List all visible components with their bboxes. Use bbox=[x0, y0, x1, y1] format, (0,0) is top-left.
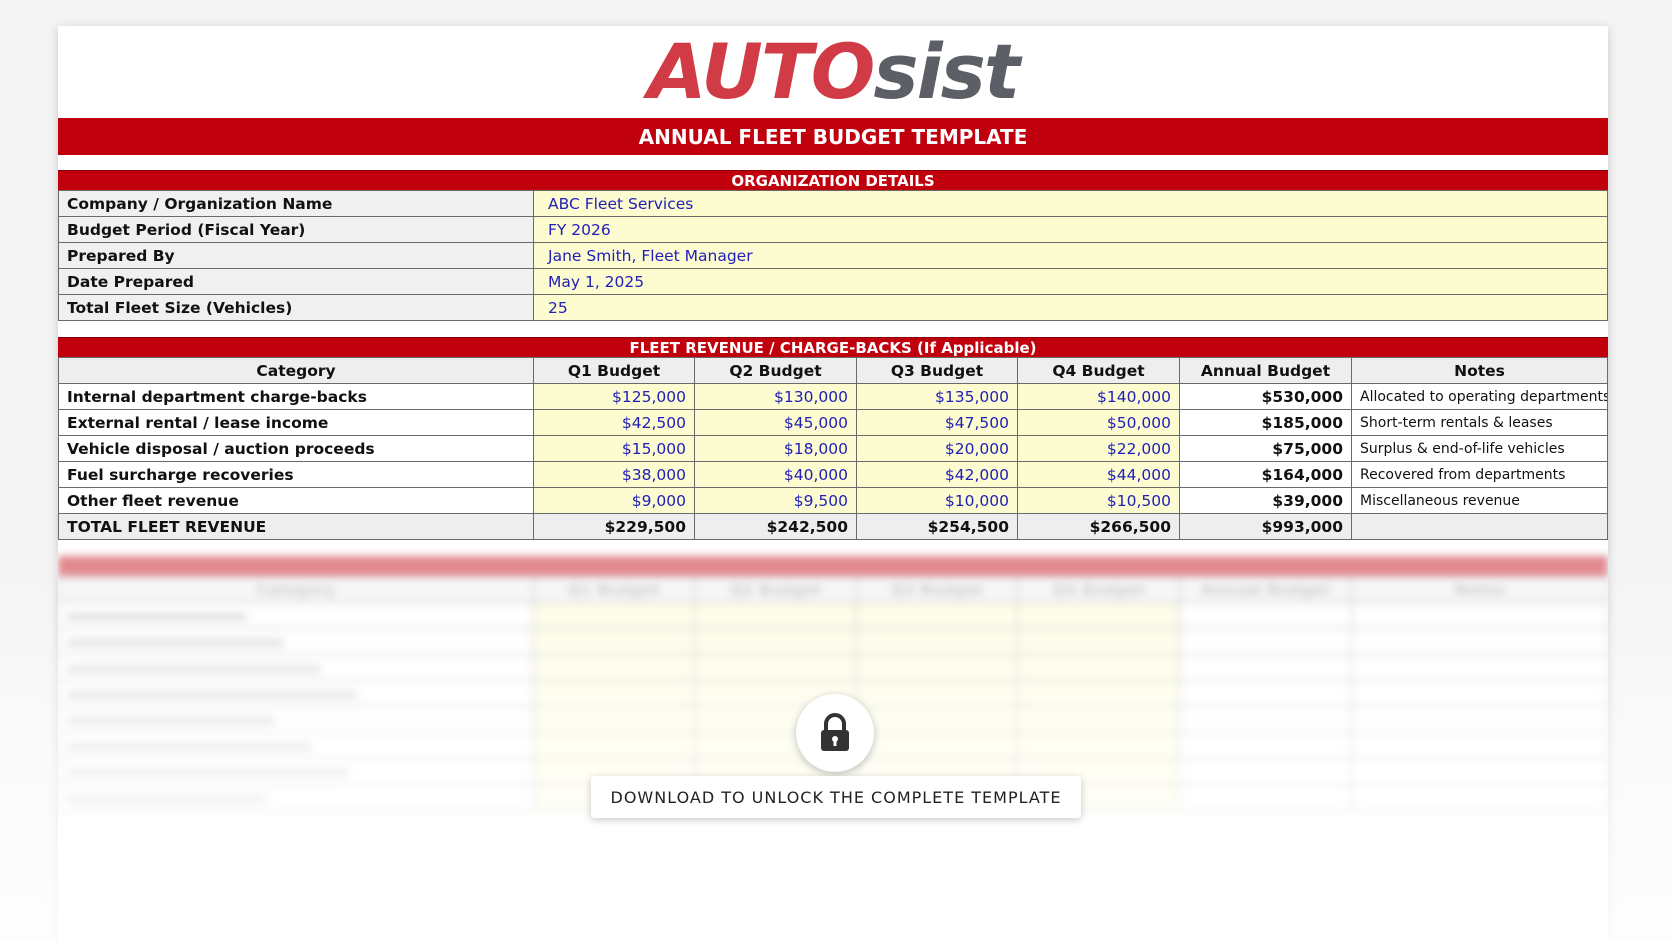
column-header: Q2 Budget bbox=[694, 357, 857, 384]
locked-preview-section: Category Q1 Budget Q2 Budget Q3 Budget Q4 Bu… bbox=[58, 556, 1608, 811]
locked-column-header: Q3 Budget bbox=[856, 576, 1018, 603]
column-header: Q4 Budget bbox=[1017, 357, 1180, 384]
annual-cell: $530,000 bbox=[1179, 383, 1352, 410]
table-row: Other fleet revenue $9,000 $9,500 $10,000 $1… bbox=[58, 487, 1608, 514]
org-detail-row: Date Prepared May 1, 2025 bbox=[58, 268, 1608, 295]
lock-icon bbox=[821, 713, 849, 751]
total-row: TOTAL FLEET REVENUE $229,500 $242,500 $254,… bbox=[58, 513, 1608, 540]
locked-column-header: Q2 Budget bbox=[694, 576, 857, 603]
org-detail-label: Budget Period (Fiscal Year) bbox=[58, 216, 534, 243]
table-row: Internal department charge-backs $125,000… bbox=[58, 383, 1608, 410]
fleet-revenue-table: Category Q1 Budget Q2 Budget Q3 Budget Q4 Bu… bbox=[58, 357, 1608, 540]
column-header: Q3 Budget bbox=[856, 357, 1018, 384]
org-detail-value[interactable]: ABC Fleet Services bbox=[533, 190, 1608, 217]
fleet-revenue-heading: FLEET REVENUE / CHARGE-BACKS (If Applica… bbox=[58, 337, 1608, 357]
locked-row bbox=[58, 628, 1608, 655]
logo-row: AUTOsist bbox=[58, 26, 1608, 118]
org-detail-row: Budget Period (Fiscal Year) FY 2026 bbox=[58, 216, 1608, 243]
org-detail-label: Total Fleet Size (Vehicles) bbox=[58, 294, 534, 321]
locked-column-header: Q4 Budget bbox=[1017, 576, 1180, 603]
notes-cell[interactable]: Miscellaneous revenue bbox=[1351, 487, 1608, 514]
q1-cell[interactable]: $42,500 bbox=[533, 409, 695, 436]
org-detail-value[interactable]: May 1, 2025 bbox=[533, 268, 1608, 295]
org-detail-value[interactable]: 25 bbox=[533, 294, 1608, 321]
locked-section-heading bbox=[58, 556, 1608, 576]
category-cell: Other fleet revenue bbox=[58, 487, 534, 514]
q1-cell[interactable]: $9,000 bbox=[533, 487, 695, 514]
q3-cell[interactable]: $135,000 bbox=[856, 383, 1018, 410]
column-header: Annual Budget bbox=[1179, 357, 1352, 384]
annual-cell: $75,000 bbox=[1179, 435, 1352, 462]
notes-cell[interactable]: Short-term rentals & leases bbox=[1351, 409, 1608, 436]
notes-cell[interactable]: Surplus & end-of-life vehicles bbox=[1351, 435, 1608, 462]
locked-column-header: Notes bbox=[1351, 576, 1608, 603]
locked-column-header: Annual Budget bbox=[1179, 576, 1352, 603]
org-detail-value[interactable]: FY 2026 bbox=[533, 216, 1608, 243]
page-title: ANNUAL FLEET BUDGET TEMPLATE bbox=[58, 118, 1608, 155]
q4-cell[interactable]: $22,000 bbox=[1017, 435, 1180, 462]
q1-cell[interactable]: $229,500 bbox=[533, 513, 695, 540]
category-cell: Vehicle disposal / auction proceeds bbox=[58, 435, 534, 462]
annual-cell: $164,000 bbox=[1179, 461, 1352, 488]
org-detail-value[interactable]: Jane Smith, Fleet Manager bbox=[533, 242, 1608, 269]
locked-column-header: Category bbox=[58, 576, 534, 603]
q4-cell[interactable]: $50,000 bbox=[1017, 409, 1180, 436]
org-details-heading: ORGANIZATION DETAILS bbox=[58, 170, 1608, 190]
q3-cell[interactable]: $42,000 bbox=[856, 461, 1018, 488]
table-row: External rental / lease income $42,500 $45… bbox=[58, 409, 1608, 436]
q2-cell[interactable]: $45,000 bbox=[694, 409, 857, 436]
q4-cell[interactable]: $44,000 bbox=[1017, 461, 1180, 488]
q4-cell[interactable]: $10,500 bbox=[1017, 487, 1180, 514]
org-detail-label: Company / Organization Name bbox=[58, 190, 534, 217]
q2-cell[interactable]: $40,000 bbox=[694, 461, 857, 488]
org-detail-row: Total Fleet Size (Vehicles) 25 bbox=[58, 294, 1608, 321]
annual-cell: $39,000 bbox=[1179, 487, 1352, 514]
locked-row bbox=[58, 654, 1608, 681]
q2-cell[interactable]: $18,000 bbox=[694, 435, 857, 462]
q2-cell[interactable]: $9,500 bbox=[694, 487, 857, 514]
q1-cell[interactable]: $38,000 bbox=[533, 461, 695, 488]
q3-cell[interactable]: $47,500 bbox=[856, 409, 1018, 436]
autosist-logo: AUTOsist bbox=[648, 34, 1020, 110]
logo-part-sist: sist bbox=[873, 27, 1020, 116]
notes-cell[interactable]: Allocated to operating departments bbox=[1351, 383, 1608, 410]
q3-cell[interactable]: $254,500 bbox=[856, 513, 1018, 540]
table-row: Vehicle disposal / auction proceeds $15,0… bbox=[58, 435, 1608, 462]
table-row: Fuel surcharge recoveries $38,000 $40,000 $… bbox=[58, 461, 1608, 488]
lock-badge[interactable] bbox=[796, 694, 874, 772]
notes-cell[interactable]: Recovered from departments bbox=[1351, 461, 1608, 488]
q4-cell[interactable]: $266,500 bbox=[1017, 513, 1180, 540]
column-header: Q1 Budget bbox=[533, 357, 695, 384]
locked-row bbox=[58, 602, 1608, 629]
org-detail-label: Date Prepared bbox=[58, 268, 534, 295]
org-detail-row: Company / Organization Name ABC Fleet Ser… bbox=[58, 190, 1608, 217]
org-detail-row: Prepared By Jane Smith, Fleet Manager bbox=[58, 242, 1608, 269]
q3-cell[interactable]: $10,000 bbox=[856, 487, 1018, 514]
q1-cell[interactable]: $15,000 bbox=[533, 435, 695, 462]
q2-cell[interactable]: $130,000 bbox=[694, 383, 857, 410]
column-header: Category bbox=[58, 357, 534, 384]
download-unlock-button[interactable]: DOWNLOAD TO UNLOCK THE COMPLETE TEMPLATE bbox=[591, 776, 1081, 818]
category-cell: TOTAL FLEET REVENUE bbox=[58, 513, 534, 540]
notes-cell[interactable] bbox=[1351, 513, 1608, 540]
annual-cell: $185,000 bbox=[1179, 409, 1352, 436]
q2-cell[interactable]: $242,500 bbox=[694, 513, 857, 540]
category-cell: Fuel surcharge recoveries bbox=[58, 461, 534, 488]
logo-part-auto: AUTO bbox=[647, 27, 876, 116]
q4-cell[interactable]: $140,000 bbox=[1017, 383, 1180, 410]
annual-cell: $993,000 bbox=[1179, 513, 1352, 540]
q1-cell[interactable]: $125,000 bbox=[533, 383, 695, 410]
locked-column-header: Q1 Budget bbox=[533, 576, 695, 603]
category-cell: Internal department charge-backs bbox=[58, 383, 534, 410]
org-detail-label: Prepared By bbox=[58, 242, 534, 269]
column-header: Notes bbox=[1351, 357, 1608, 384]
org-details-table: Company / Organization Name ABC Fleet Ser… bbox=[58, 190, 1608, 321]
q3-cell[interactable]: $20,000 bbox=[856, 435, 1018, 462]
category-cell: External rental / lease income bbox=[58, 409, 534, 436]
